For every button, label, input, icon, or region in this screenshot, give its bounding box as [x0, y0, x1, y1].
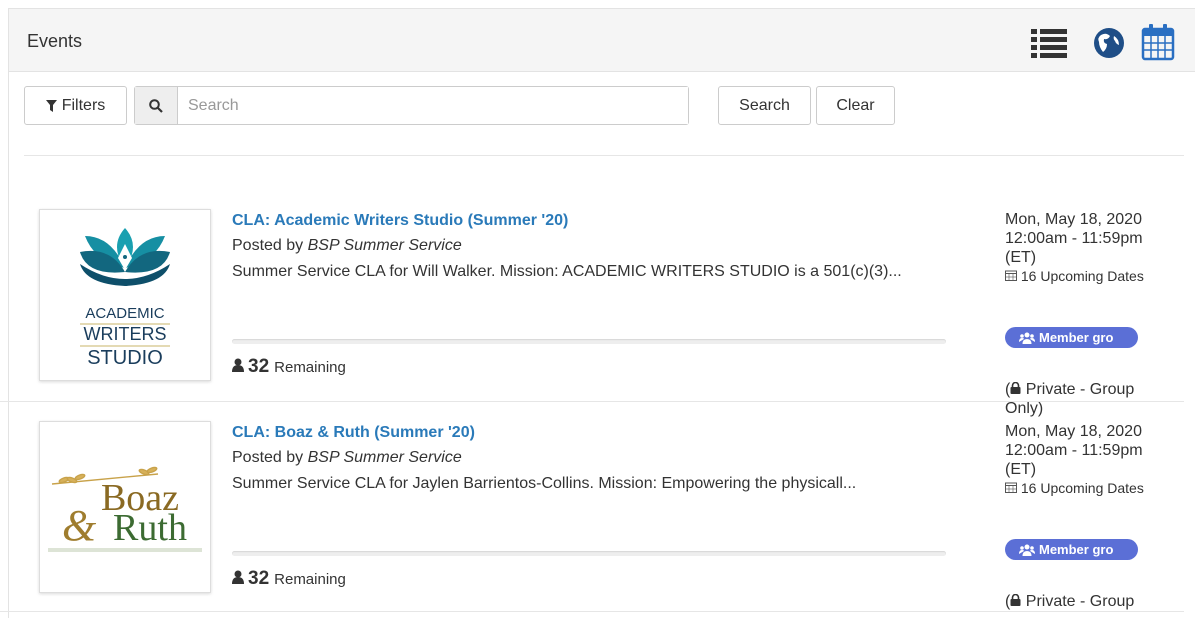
svg-text:STUDIO: STUDIO [87, 347, 163, 369]
calendar-small-icon [1005, 482, 1017, 493]
user-icon [232, 358, 244, 372]
event-description: Summer Service CLA for Jaylen Barrientos… [232, 475, 857, 492]
event-time: 12:00am - 11:59pm [1005, 442, 1143, 459]
event-schedule: Mon, May 18, 2020 12:00am - 11:59pm (ET)… [1005, 210, 1175, 284]
filter-icon [45, 99, 57, 112]
event-time: 12:00am - 11:59pm [1005, 230, 1143, 247]
filters-button[interactable]: Filters [24, 86, 127, 125]
globe-icon[interactable] [1092, 26, 1126, 64]
group-icon [1019, 544, 1035, 556]
panel-header: Events [9, 9, 1195, 72]
event-logo[interactable]: Boaz & Ruth [39, 421, 211, 593]
event-date: Mon, May 18, 2020 [1005, 211, 1142, 228]
search-group [134, 86, 689, 125]
event-posted-by: Posted by BSP Summer Service [232, 237, 462, 254]
upcoming-dates: 16 Upcoming Dates [1005, 481, 1175, 496]
lock-icon [1010, 381, 1021, 394]
remaining-count: 32 Remaining [232, 568, 346, 590]
clear-button[interactable]: Clear [816, 86, 895, 125]
progress-bar [232, 339, 946, 344]
event-timezone: (ET) [1005, 461, 1037, 478]
event-title-link[interactable]: CLA: Academic Writers Studio (Summer '20… [232, 212, 568, 230]
event-description: Summer Service CLA for Will Walker. Miss… [232, 263, 902, 280]
svg-text:WRITERS: WRITERS [84, 324, 167, 344]
progress-bar [232, 551, 946, 556]
lock-icon [1010, 593, 1021, 606]
academic-writers-studio-logo: ACADEMIC WRITERS STUDIO [80, 228, 170, 369]
event-timezone: (ET) [1005, 249, 1037, 266]
divider [0, 611, 1184, 612]
search-icon [135, 87, 178, 124]
list-view-icon[interactable] [1031, 26, 1067, 64]
upcoming-dates: 16 Upcoming Dates [1005, 269, 1175, 284]
calendar-icon[interactable] [1141, 23, 1175, 61]
event-schedule: Mon, May 18, 2020 12:00am - 11:59pm (ET)… [1005, 422, 1175, 496]
user-icon [232, 570, 244, 584]
search-button[interactable]: Search [718, 86, 811, 125]
svg-text:Ruth: Ruth [113, 507, 187, 549]
event-logo[interactable]: ACADEMIC WRITERS STUDIO [39, 209, 211, 381]
search-input[interactable] [178, 87, 688, 124]
event-title-link[interactable]: CLA: Boaz & Ruth (Summer '20) [232, 424, 475, 442]
event-date: Mon, May 18, 2020 [1005, 423, 1142, 440]
boaz-ruth-logo: Boaz & Ruth [48, 466, 202, 552]
calendar-small-icon [1005, 270, 1017, 281]
group-icon [1019, 332, 1035, 344]
privacy-note: ( Private - Group [1005, 593, 1135, 610]
member-group-badge: Member gro [1005, 327, 1138, 348]
divider [0, 401, 1184, 402]
divider [24, 155, 1184, 156]
svg-text:&: & [62, 501, 97, 550]
privacy-note: ( Private - Group Only) [1005, 381, 1135, 417]
event-posted-by: Posted by BSP Summer Service [232, 449, 462, 466]
page-title: Events [27, 31, 83, 51]
filters-label: Filters [61, 96, 106, 114]
member-group-badge: Member gro [1005, 539, 1138, 560]
svg-text:ACADEMIC: ACADEMIC [85, 305, 164, 322]
remaining-count: 32 Remaining [232, 356, 346, 378]
